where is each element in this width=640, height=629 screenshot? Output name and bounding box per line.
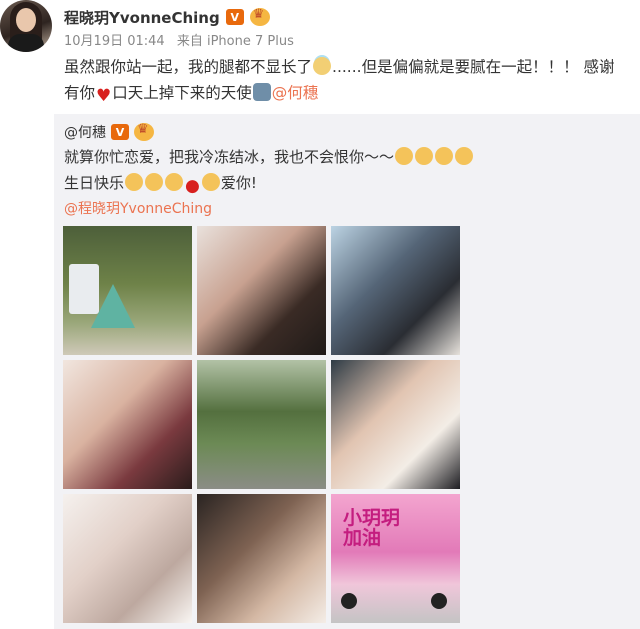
truck-banner-text: 小玥玥 加油	[343, 508, 400, 548]
crowd-emoji-icon	[252, 83, 271, 101]
photo-thumbnail[interactable]: 小玥玥 加油	[331, 494, 460, 623]
photo-grid: 小玥玥 加油	[63, 226, 460, 623]
repost-source-link[interactable]: @程晓玥YvonneChing	[64, 198, 212, 218]
repost-user[interactable]: @何穗	[64, 122, 106, 142]
photo-thumbnail[interactable]	[63, 360, 192, 489]
post-text-line2b: 口天上掉下来的天使	[112, 84, 252, 102]
photo-thumbnail[interactable]	[197, 226, 326, 355]
hug-emoji-icon	[395, 147, 414, 165]
repost-verified-v-badge-icon[interactable]: V	[111, 124, 129, 140]
repost-text-line1: 就算你忙恋爱，把我冷冻结冰，我也不会恨你～～	[64, 146, 474, 168]
post-time[interactable]: 10月19日 01:44	[64, 34, 165, 49]
post-text: 虽然跟你站一起，我的腿都不显长了 ......但是偏偏就是要腻在一起！！！ 感谢 …	[64, 54, 634, 106]
hug-emoji-icon	[455, 147, 474, 165]
post-mention-link[interactable]: @何穗	[272, 84, 319, 102]
hug-emoji-icon	[435, 147, 454, 165]
cake-emoji-icon	[125, 173, 144, 191]
member-crown-icon[interactable]	[249, 7, 270, 26]
author-avatar[interactable]	[0, 0, 52, 52]
repost-header: @何穗 V	[64, 122, 154, 142]
party-emoji-icon	[201, 173, 220, 191]
heart-emoji-icon: ♥	[96, 86, 112, 106]
hug-emoji-icon	[415, 147, 434, 165]
photo-thumbnail[interactable]	[331, 226, 460, 355]
angel-emoji-icon	[313, 57, 332, 75]
photo-thumbnail[interactable]	[63, 494, 192, 623]
repost-text-line2: 生日快乐 ● 爱你!	[64, 173, 257, 196]
truck-text: 小玥玥 加油	[343, 507, 401, 549]
post-source: 来自 iPhone 7 Plus	[176, 34, 294, 49]
balloon-emoji-icon: ●	[185, 176, 200, 196]
photo-thumbnail[interactable]	[63, 226, 192, 355]
post-text-line1b: ......但是偏偏就是要腻在一起！！！ 感谢	[332, 58, 615, 76]
post-text-line2a: 有你	[64, 84, 96, 102]
sheep-emoji-icon	[165, 173, 184, 191]
post-text-line1: 虽然跟你站一起，我的腿都不显长了	[64, 58, 313, 76]
repost-crown-icon[interactable]	[134, 122, 154, 141]
repost-card[interactable]: @何穗 V 就算你忙恋爱，把我冷冻结冰，我也不会恨你～～ 生日快乐●爱你! @程…	[54, 114, 640, 629]
photo-thumbnail[interactable]	[197, 360, 326, 489]
photo-thumbnail[interactable]	[197, 494, 326, 623]
post-meta: 10月19日 01:44 来自 iPhone 7 Plus	[64, 30, 302, 49]
verified-v-badge-icon[interactable]: V	[225, 9, 244, 25]
author-row: 程晓玥YvonneChing V	[64, 6, 270, 28]
photo-thumbnail[interactable]	[331, 360, 460, 489]
gift-emoji-icon	[145, 173, 164, 191]
author-name[interactable]: 程晓玥YvonneChing	[64, 7, 220, 28]
